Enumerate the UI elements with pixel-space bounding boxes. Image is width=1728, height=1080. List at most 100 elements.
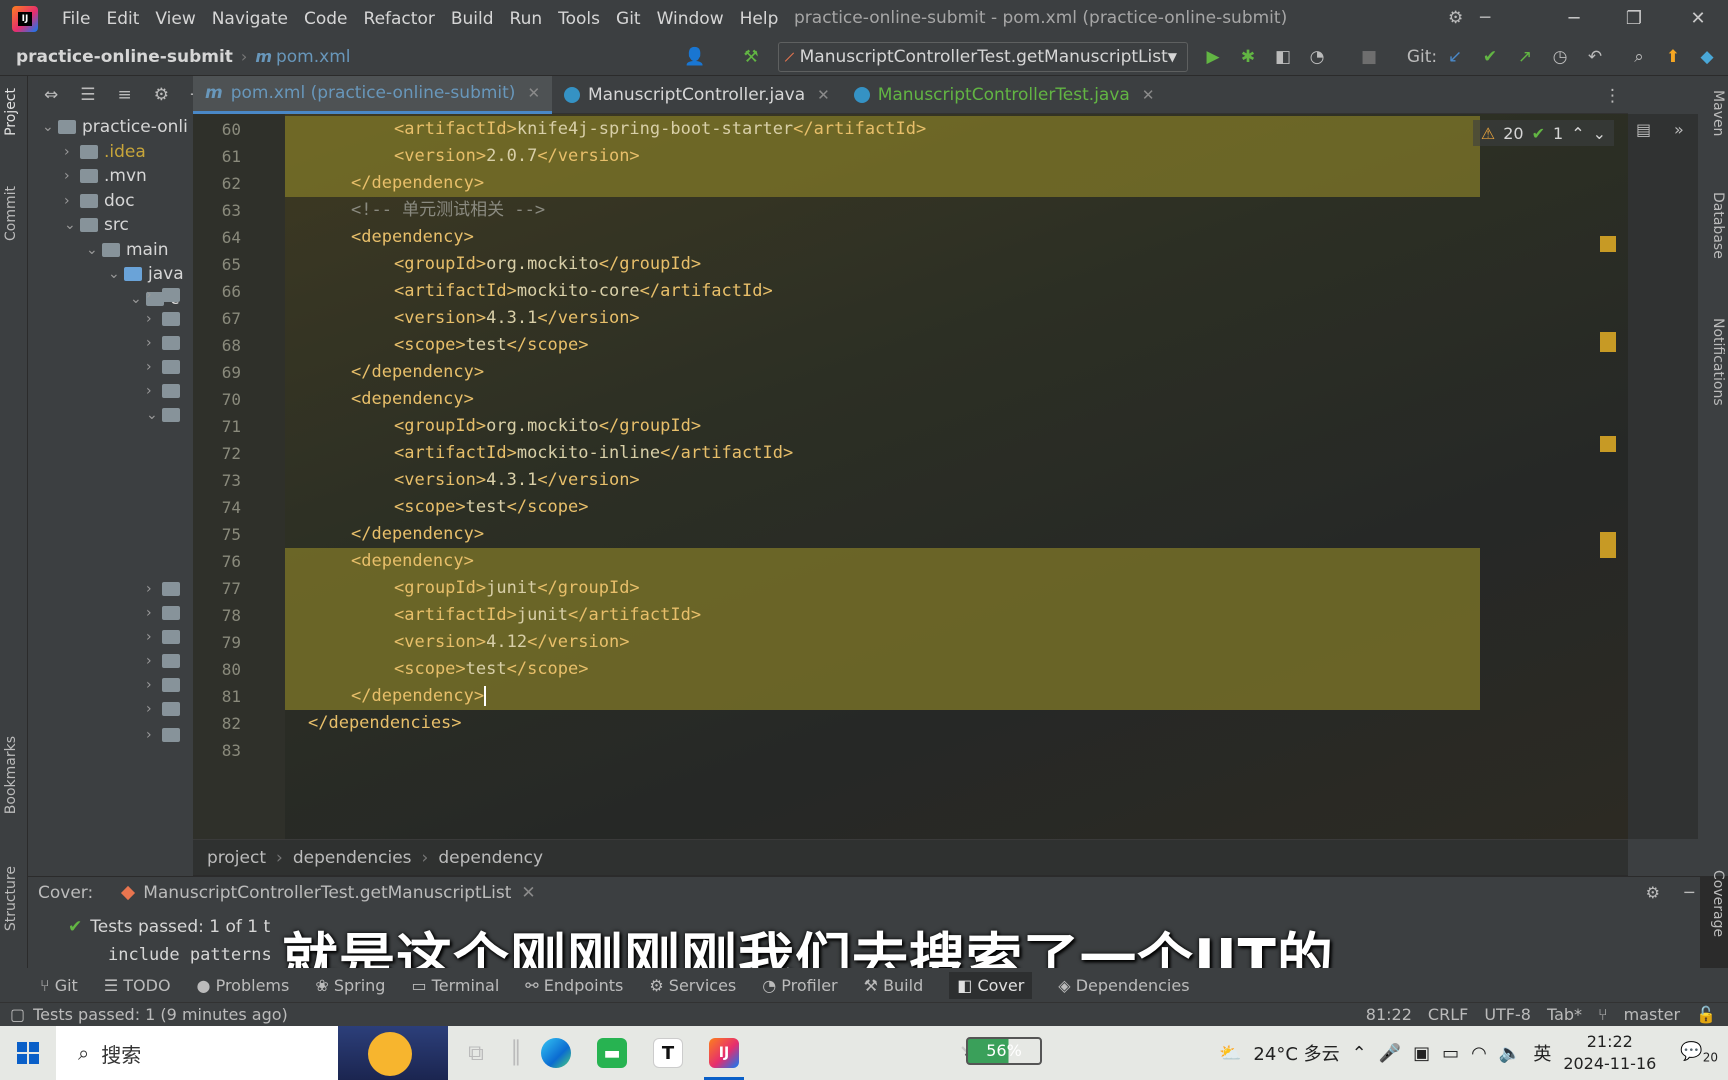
sidebar-icon[interactable]: ▤	[1636, 120, 1651, 139]
chevron-right-icon[interactable]: ›	[146, 701, 162, 717]
menu-run[interactable]: Run	[502, 9, 551, 29]
tree-item[interactable]: ⌄	[146, 402, 186, 428]
tree-item[interactable]: ›	[146, 696, 186, 722]
chevron-right-icon[interactable]: ›	[146, 581, 162, 597]
minimize-icon[interactable]: ─	[1560, 6, 1588, 32]
wechat-work-app[interactable]: ▬	[584, 1026, 640, 1080]
tree-item[interactable]: ›	[146, 378, 186, 404]
close-icon[interactable]: ✕	[1142, 86, 1155, 104]
code-line[interactable]: </dependencies>	[285, 710, 1480, 737]
status-message[interactable]: Tests passed: 1 (9 minutes ago)	[33, 1005, 288, 1024]
edge-browser-app[interactable]	[528, 1026, 584, 1080]
menu-code[interactable]: Code	[296, 9, 356, 29]
close-icon[interactable]: ✕	[1684, 6, 1712, 32]
restore-icon[interactable]: ❐	[1620, 6, 1648, 32]
build-hammer-icon[interactable]: ⚒	[740, 46, 762, 68]
code-line[interactable]: <artifactId>mockito-inline</artifactId>	[285, 440, 1480, 467]
tab-notifications[interactable]: Notifications	[1704, 318, 1726, 406]
code-line[interactable]: <version>4.12</version>	[285, 629, 1480, 656]
scroll-marker[interactable]	[1600, 436, 1616, 452]
chevron-right-icon[interactable]: ›	[146, 335, 162, 351]
code-line[interactable]: <artifactId>knife4j-spring-boot-starter<…	[285, 116, 1480, 143]
code-line[interactable]: <version>4.3.1</version>	[285, 467, 1480, 494]
menu-tools[interactable]: Tools	[550, 9, 608, 29]
chevron-right-icon[interactable]: ›	[146, 383, 162, 399]
scroll-marker[interactable]	[1600, 332, 1616, 352]
code-line[interactable]: <scope>test</scope>	[285, 494, 1480, 521]
battery-indicator[interactable]: 56%	[966, 1037, 1042, 1065]
menu-view[interactable]: View	[147, 9, 203, 29]
wifi-icon[interactable]: ◠	[1471, 1043, 1487, 1064]
gear-icon[interactable]: ⚙	[154, 85, 169, 105]
menu-help[interactable]: Help	[732, 9, 787, 29]
chevron-right-icon[interactable]: ›	[146, 605, 162, 621]
indent-setting[interactable]: Tab*	[1547, 1005, 1582, 1024]
stop-icon[interactable]: ■	[1358, 46, 1380, 68]
menu-navigate[interactable]: Navigate	[204, 9, 296, 29]
plugin-icon[interactable]: ◆	[1696, 46, 1718, 68]
chevron-up-icon[interactable]: ⌃	[1571, 124, 1584, 143]
run-icon[interactable]: ▶	[1202, 46, 1224, 68]
select-opened-file-icon[interactable]: ⇔	[44, 85, 58, 105]
tab-database[interactable]: Database	[1704, 192, 1726, 259]
chevron-right-icon[interactable]: ›	[146, 287, 162, 303]
toolwindow-profiler[interactable]: ◔ Profiler	[762, 976, 837, 995]
update-icon[interactable]: ⬆	[1662, 46, 1684, 68]
line-separator[interactable]: CRLF	[1428, 1005, 1468, 1024]
chevron-down-icon[interactable]: ⌄	[130, 291, 146, 307]
chevron-down-icon[interactable]: ⌄	[86, 242, 102, 258]
tree-item[interactable]: ›	[146, 648, 186, 674]
code-line[interactable]: <version>2.0.7</version>	[285, 143, 1480, 170]
toolwindow-endpoints[interactable]: ⚯ Endpoints	[525, 976, 623, 995]
chevron-down-icon[interactable]: ⌄	[64, 217, 80, 233]
tree-item[interactable]: ›	[146, 672, 186, 698]
code-line[interactable]: <dependency>	[285, 224, 1480, 251]
profile-icon[interactable]: ◔	[1306, 46, 1328, 68]
gear-icon[interactable]: ⚙	[1646, 883, 1660, 902]
history-icon[interactable]: ◷	[1549, 46, 1571, 68]
editor-tab[interactable]: ManuscriptControllerTest.java ✕	[842, 76, 1167, 114]
taskbar-search[interactable]: ⌕ 搜索	[56, 1026, 448, 1080]
tree-item[interactable]: ›	[146, 306, 186, 332]
expand-all-icon[interactable]: ☰	[80, 85, 95, 105]
toolwindow-terminal[interactable]: ▭ Terminal	[411, 976, 499, 995]
menu-build[interactable]: Build	[443, 9, 502, 29]
chevron-down-icon[interactable]: ⌄	[108, 266, 124, 282]
task-view-button[interactable]: ⧉	[448, 1026, 504, 1080]
code-editor[interactable]: 60 61 62 63 64 65 66 67 68 69 70 71 72 73 74 75 76 77 78 79…	[193, 114, 1628, 839]
tree-item[interactable]: ⌄ practice-onli	[42, 114, 188, 140]
breadcrumb-item[interactable]: project	[207, 848, 266, 868]
chevron-right-icon[interactable]: ›	[146, 359, 162, 375]
rollback-icon[interactable]: ↶	[1584, 46, 1606, 68]
scroll-marker[interactable]	[1600, 236, 1616, 252]
chevron-right-icon[interactable]: ›	[146, 311, 162, 327]
coverage-run-icon[interactable]: ◧	[1272, 46, 1294, 68]
lock-icon[interactable]: 🔓	[1696, 1005, 1716, 1024]
code-line[interactable]: </dependency>	[285, 521, 1480, 548]
code-line[interactable]: <groupId>junit</groupId>	[285, 575, 1480, 602]
volume-icon[interactable]: 🔈	[1499, 1043, 1521, 1064]
code-line[interactable]	[285, 737, 1480, 764]
toolwindow-services[interactable]: ⚙ Services	[649, 976, 736, 995]
clock[interactable]: 21:22 2024-11-16	[1563, 1031, 1656, 1075]
tree-item[interactable]: ›	[146, 722, 186, 748]
weather-text[interactable]: 24°C 多云	[1253, 1040, 1339, 1066]
code-line[interactable]: <artifactId>junit</artifactId>	[285, 602, 1480, 629]
code-line[interactable]: <artifactId>mockito-core</artifactId>	[285, 278, 1480, 305]
menu-git[interactable]: Git	[608, 9, 649, 29]
user-icon[interactable]: 👤	[684, 46, 706, 68]
inspection-widget[interactable]: ⚠ 20 ✔ 1 ⌃ ⌄	[1472, 120, 1614, 146]
windows-start-button[interactable]	[0, 1026, 56, 1080]
breadcrumb-file[interactable]: pom.xml	[276, 47, 351, 67]
chevron-right-icon[interactable]: ›	[64, 144, 80, 160]
tab-bookmarks[interactable]: Bookmarks	[3, 736, 25, 814]
chevron-right-icon[interactable]: ›	[146, 629, 162, 645]
menu-edit[interactable]: Edit	[98, 9, 147, 29]
debug-icon[interactable]: ✱	[1237, 46, 1259, 68]
code-line[interactable]: <scope>test</scope>	[285, 656, 1480, 683]
chevron-right-icon[interactable]: ›	[146, 653, 162, 669]
hide-icon[interactable]: ─	[1480, 8, 1490, 28]
typora-app[interactable]: T	[640, 1026, 696, 1080]
git-branch[interactable]: master	[1624, 1005, 1680, 1024]
tree-item[interactable]: ›	[146, 282, 186, 308]
